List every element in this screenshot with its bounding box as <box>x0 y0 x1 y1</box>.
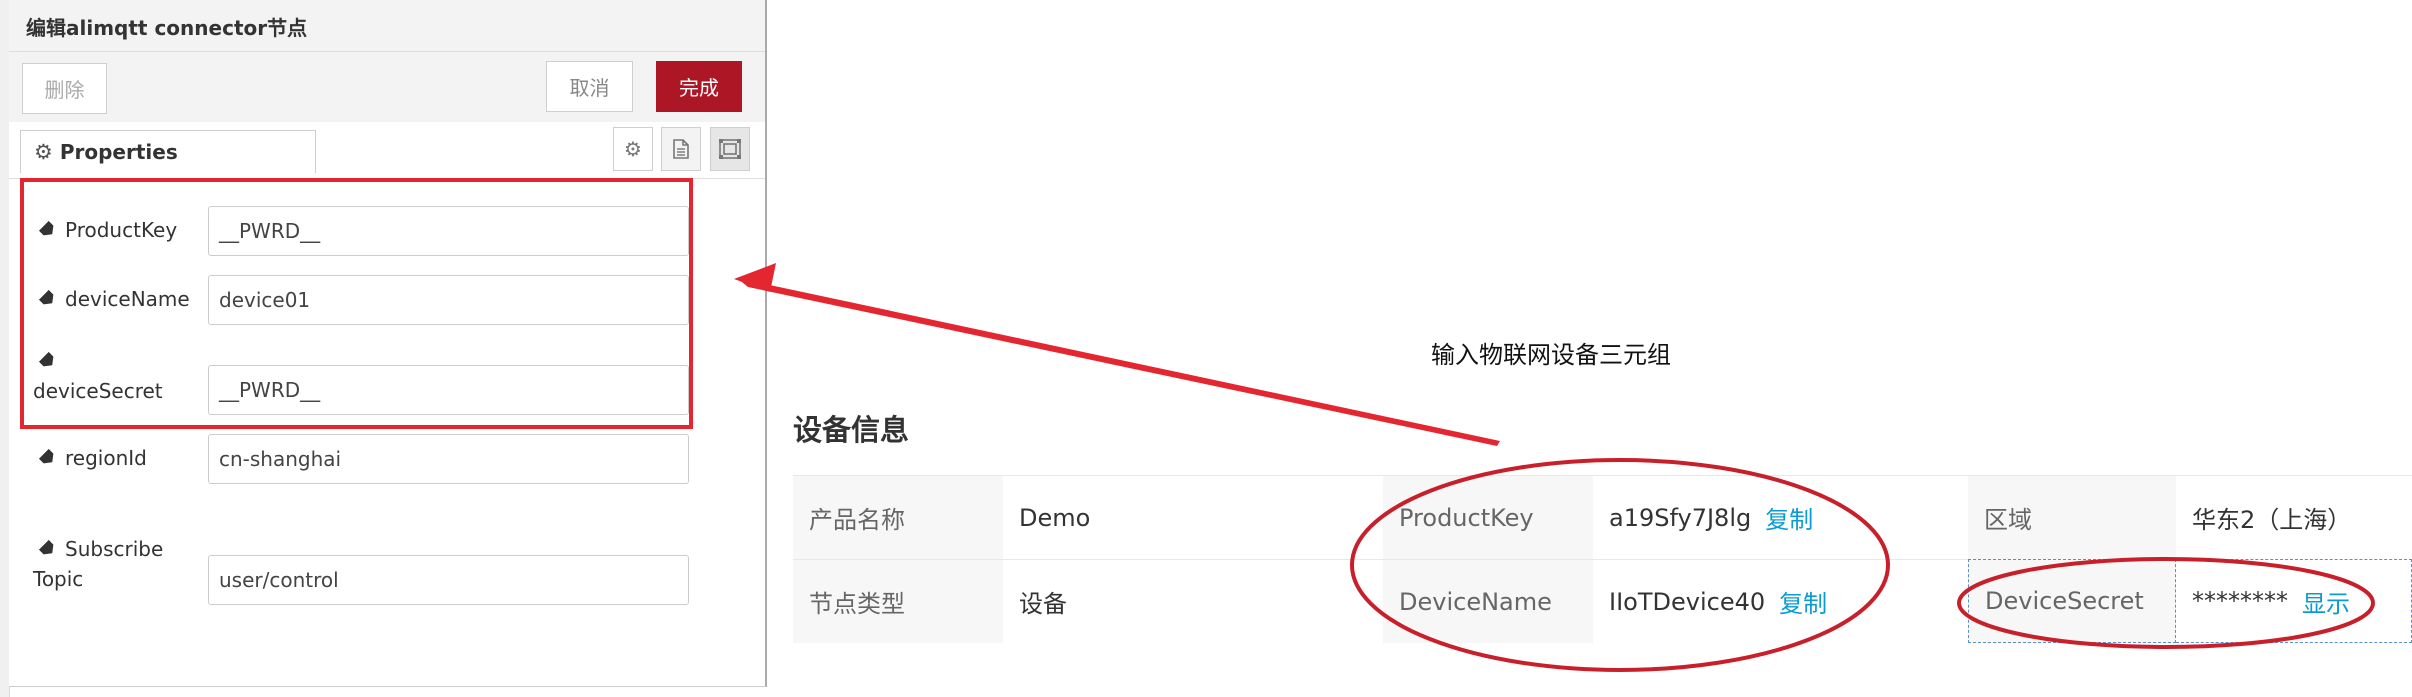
ellipse-devicesecret <box>1957 557 2375 649</box>
ellipse-productkey-devicename <box>1350 458 1890 672</box>
annotation-ellipses <box>1350 458 2375 672</box>
